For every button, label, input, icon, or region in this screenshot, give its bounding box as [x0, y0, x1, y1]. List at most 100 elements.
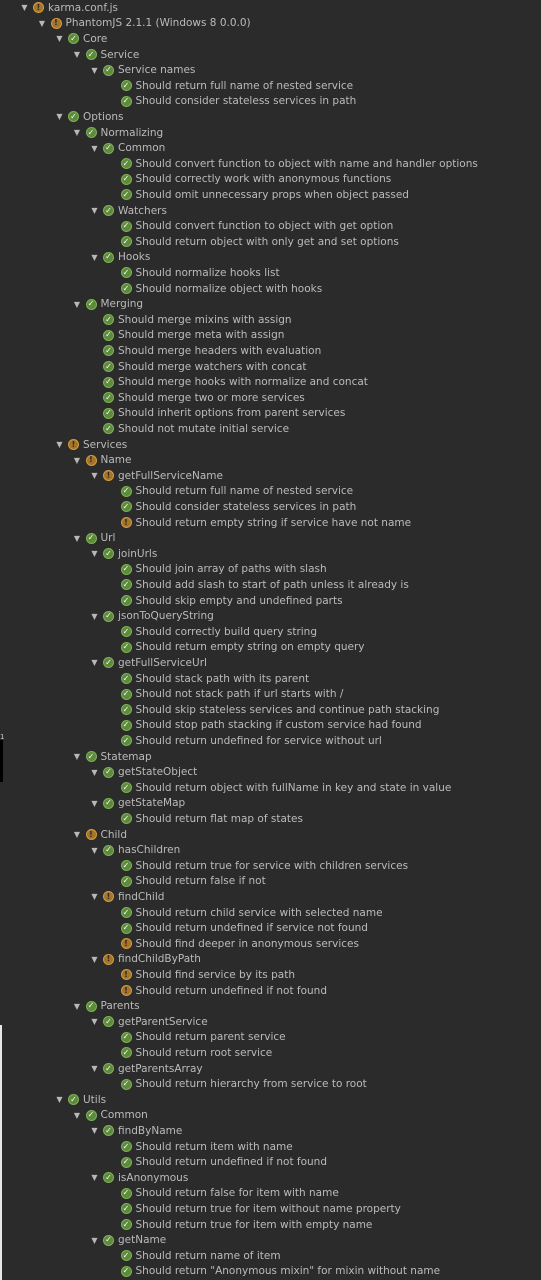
test-item-should-skip-stateless-services-and-conti[interactable]: ▼✓Should skip stateless services and con…	[0, 702, 541, 718]
test-item-should-merge-meta-with-assign[interactable]: ▼✓Should merge meta with assign	[0, 328, 541, 344]
test-item-should-return-true-for-item-without-name[interactable]: ▼✓Should return true for item without na…	[0, 1201, 541, 1217]
chevron-down-icon[interactable]: ▼	[90, 891, 99, 903]
test-item-should-convert-function-to-object-with-n[interactable]: ▼✓Should convert function to object with…	[0, 156, 541, 172]
test-item-should-consider-stateless-services-in-pa[interactable]: ▼✓Should consider stateless services in …	[0, 499, 541, 515]
chevron-down-icon[interactable]: ▼	[90, 657, 99, 669]
tree-node-getfullserviceurl[interactable]: ▼ ✓ getFullServiceUrl	[0, 655, 541, 671]
tree-node-parents[interactable]: ▼ ✓ Parents	[0, 998, 541, 1014]
tree-node-findchild[interactable]: ▼! findChild	[0, 889, 541, 905]
test-item-should-return-child-service-with-selecte[interactable]: ▼✓Should return child service with selec…	[0, 905, 541, 921]
tree-node-joinurls[interactable]: ▼ ✓ joinUrls	[0, 546, 541, 562]
test-item-should-merge-hooks-with-normalize-and-co[interactable]: ▼✓Should merge hooks with normalize and …	[0, 374, 541, 390]
chevron-down-icon[interactable]: ▼	[55, 439, 64, 451]
tree-node-getstatemap[interactable]: ▼ ✓ getStateMap	[0, 796, 541, 812]
chevron-down-icon[interactable]: ▼	[90, 797, 99, 809]
test-item-should-stop-path-stacking-if-custom-serv[interactable]: ▼✓Should stop path stacking if custom se…	[0, 718, 541, 734]
tree-node-services[interactable]: ▼! Services	[0, 437, 541, 453]
tree-node-getfullservicename[interactable]: ▼! getFullServiceName	[0, 468, 541, 484]
tree-node-findchildbypath[interactable]: ▼! findChildByPath	[0, 952, 541, 968]
test-item-should-return-undefined-if-not-found[interactable]: ▼!Should return undefined if not found	[0, 983, 541, 999]
chevron-down-icon[interactable]: ▼	[73, 829, 82, 841]
chevron-down-icon[interactable]: ▼	[73, 532, 82, 544]
tree-node-phantomjs-2-1-1-windows-8-0-0-0[interactable]: ▼! PhantomJS 2.1.1 (Windows 8 0.0.0)	[0, 16, 541, 32]
test-item-should-return-full-name-of-nested-servic[interactable]: ▼✓Should return full name of nested serv…	[0, 78, 541, 94]
test-item-should-consider-stateless-services-in-pa[interactable]: ▼✓Should consider stateless services in …	[0, 94, 541, 110]
tree-node-karma-conf-js[interactable]: ▼! karma.conf.js	[0, 0, 541, 16]
chevron-down-icon[interactable]: ▼	[73, 298, 82, 310]
chevron-down-icon[interactable]: ▼	[90, 64, 99, 76]
tree-node-options[interactable]: ▼ ✓ Options	[0, 109, 541, 125]
chevron-down-icon[interactable]: ▼	[73, 1109, 82, 1121]
tree-node-url[interactable]: ▼ ✓ Url	[0, 530, 541, 546]
test-item-should-skip-empty-and-undefined-parts[interactable]: ▼✓Should skip empty and undefined parts	[0, 593, 541, 609]
test-item-should-add-slash-to-start-of-path-unless[interactable]: ▼✓Should add slash to start of path unle…	[0, 577, 541, 593]
test-item-should-return-object-with-fullname-in-ke[interactable]: ▼✓Should return object with fullName in …	[0, 780, 541, 796]
test-item-should-inherit-options-from-parent-servi[interactable]: ▼✓Should inherit options from parent ser…	[0, 406, 541, 422]
tree-node-service[interactable]: ▼ ✓ Service	[0, 47, 541, 63]
test-item-should-join-array-of-paths-with-slash[interactable]: ▼✓Should join array of paths with slash	[0, 562, 541, 578]
chevron-down-icon[interactable]: ▼	[55, 111, 64, 123]
tree-node-getstateobject[interactable]: ▼ ✓ getStateObject	[0, 764, 541, 780]
test-item-should-return-flat-map-of-states[interactable]: ▼✓Should return flat map of states	[0, 811, 541, 827]
tree-node-watchers[interactable]: ▼ ✓ Watchers	[0, 203, 541, 219]
test-item-should-not-stack-path-if-url-starts-with[interactable]: ▼✓Should not stack path if url starts wi…	[0, 686, 541, 702]
test-item-should-return-root-service[interactable]: ▼✓Should return root service	[0, 1045, 541, 1061]
chevron-down-icon[interactable]: ▼	[73, 49, 82, 61]
chevron-down-icon[interactable]: ▼	[90, 251, 99, 263]
chevron-down-icon[interactable]: ▼	[38, 17, 47, 29]
test-item-should-find-service-by-its-path[interactable]: ▼!Should find service by its path	[0, 967, 541, 983]
tree-node-hooks[interactable]: ▼ ✓ Hooks	[0, 250, 541, 266]
chevron-down-icon[interactable]: ▼	[55, 33, 64, 45]
chevron-down-icon[interactable]: ▼	[90, 205, 99, 217]
tree-node-merging[interactable]: ▼ ✓ Merging	[0, 296, 541, 312]
test-item-should-return-false-if-not[interactable]: ▼✓Should return false if not	[0, 874, 541, 890]
test-item-should-merge-watchers-with-concat[interactable]: ▼✓Should merge watchers with concat	[0, 359, 541, 375]
tree-node-core[interactable]: ▼ ✓ Core	[0, 31, 541, 47]
tree-node-isanonymous[interactable]: ▼ ✓ isAnonymous	[0, 1170, 541, 1186]
tree-node-utils[interactable]: ▼ ✓ Utils	[0, 1092, 541, 1108]
chevron-down-icon[interactable]: ▼	[90, 766, 99, 778]
tree-node-haschildren[interactable]: ▼ ✓ hasChildren	[0, 842, 541, 858]
test-item-should-not-mutate-initial-service[interactable]: ▼✓Should not mutate initial service	[0, 421, 541, 437]
test-item-should-merge-mixins-with-assign[interactable]: ▼✓Should merge mixins with assign	[0, 312, 541, 328]
test-item-should-normalize-object-with-hooks[interactable]: ▼✓Should normalize object with hooks	[0, 281, 541, 297]
test-item-should-return-undefined-for-service-with[interactable]: ▼✓Should return undefined for service wi…	[0, 733, 541, 749]
test-item-should-return-full-name-of-nested-servic[interactable]: ▼✓Should return full name of nested serv…	[0, 484, 541, 500]
tree-node-common[interactable]: ▼ ✓ Common	[0, 1108, 541, 1124]
chevron-down-icon[interactable]: ▼	[90, 142, 99, 154]
test-item-should-omit-unnecessary-props-when-objec[interactable]: ▼✓Should omit unnecessary props when obj…	[0, 187, 541, 203]
tree-node-getparentservice[interactable]: ▼ ✓ getParentService	[0, 1014, 541, 1030]
chevron-down-icon[interactable]: ▼	[90, 1125, 99, 1137]
test-item-should-return-anonymous-mixin-for-mixin-[interactable]: ▼✓Should return "Anonymous mixin" for mi…	[0, 1264, 541, 1280]
test-item-should-return-false-for-item-with-name[interactable]: ▼✓Should return false for item with name	[0, 1186, 541, 1202]
chevron-down-icon[interactable]: ▼	[55, 1094, 64, 1106]
chevron-down-icon[interactable]: ▼	[90, 844, 99, 856]
test-item-should-convert-function-to-object-with-g[interactable]: ▼✓Should convert function to object with…	[0, 218, 541, 234]
tree-node-getname[interactable]: ▼ ✓ getName	[0, 1232, 541, 1248]
test-item-should-return-empty-string-if-service-ha[interactable]: ▼!Should return empty string if service …	[0, 515, 541, 531]
test-item-should-return-object-with-only-get-and-s[interactable]: ▼✓Should return object with only get and…	[0, 234, 541, 250]
chevron-down-icon[interactable]: ▼	[73, 127, 82, 139]
test-item-should-return-empty-string-on-empty-quer[interactable]: ▼✓Should return empty string on empty qu…	[0, 640, 541, 656]
chevron-down-icon[interactable]: ▼	[73, 751, 82, 763]
tree-node-child[interactable]: ▼! Child	[0, 827, 541, 843]
test-item-should-return-name-of-item[interactable]: ▼✓Should return name of item	[0, 1248, 541, 1264]
test-item-should-correctly-work-with-anonymous-fun[interactable]: ▼✓Should correctly work with anonymous f…	[0, 172, 541, 188]
chevron-down-icon[interactable]: ▼	[73, 454, 82, 466]
tree-node-normalizing[interactable]: ▼ ✓ Normalizing	[0, 125, 541, 141]
tree-node-common[interactable]: ▼ ✓ Common	[0, 140, 541, 156]
tree-node-name[interactable]: ▼! Name	[0, 452, 541, 468]
test-item-should-merge-two-or-more-services[interactable]: ▼✓Should merge two or more services	[0, 390, 541, 406]
chevron-down-icon[interactable]: ▼	[20, 2, 29, 14]
chevron-down-icon[interactable]: ▼	[90, 610, 99, 622]
chevron-down-icon[interactable]: ▼	[90, 1016, 99, 1028]
chevron-down-icon[interactable]: ▼	[90, 1063, 99, 1075]
tree-node-jsontoquerystring[interactable]: ▼ ✓ jsonToQueryString	[0, 608, 541, 624]
tree-node-findbyname[interactable]: ▼ ✓ findByName	[0, 1123, 541, 1139]
test-item-should-return-parent-service[interactable]: ▼✓Should return parent service	[0, 1030, 541, 1046]
chevron-down-icon[interactable]: ▼	[73, 1000, 82, 1012]
tree-node-service-names[interactable]: ▼ ✓ Service names	[0, 62, 541, 78]
chevron-down-icon[interactable]: ▼	[90, 1234, 99, 1246]
test-item-should-merge-headers-with-evaluation[interactable]: ▼✓Should merge headers with evaluation	[0, 343, 541, 359]
test-item-should-stack-path-with-its-parent[interactable]: ▼✓Should stack path with its parent	[0, 671, 541, 687]
